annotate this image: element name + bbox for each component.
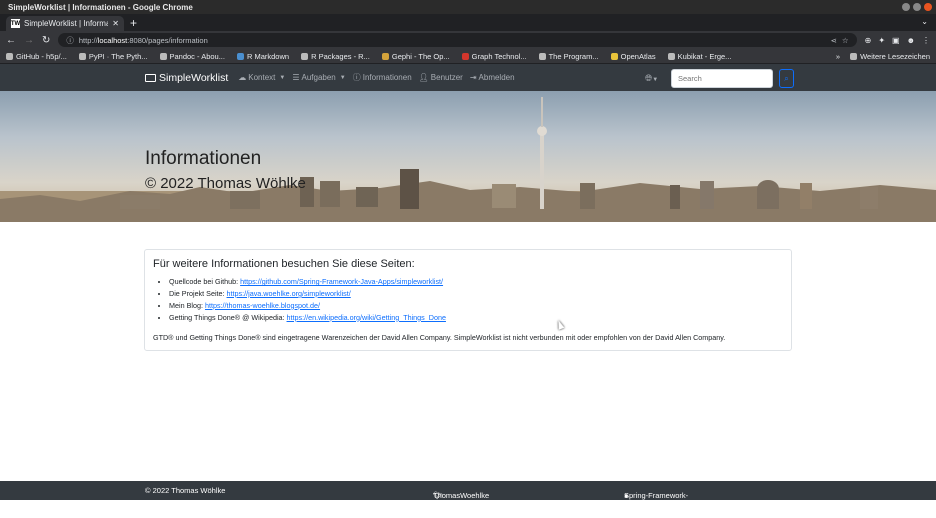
browser-tab[interactable]: TW SimpleWorklist | Informat ✕ [6,16,124,31]
card-heading: Für weitere Informationen besuchen Sie d… [153,258,415,270]
program-icon [538,52,546,60]
bookmark-star-icon[interactable]: ☆ [842,36,849,45]
cloud-icon: ☁ [238,73,247,82]
footer-copyright: © 2022 Thomas Wöhlke [145,486,226,495]
bookmark-2[interactable]: Pandoc - Abou... [159,52,225,61]
forward-icon[interactable]: → [24,35,34,46]
bookmark-9[interactable]: Kubikat - Erge... [667,52,731,61]
sidepanel-icon[interactable]: ▣ [892,36,900,45]
bookmark-8[interactable]: OpenAtlas [610,52,656,61]
bookmark-4[interactable]: R Packages - R... [301,52,370,61]
caret-down-icon: ▼ [339,74,346,81]
logout-icon: ⇥ [469,73,477,82]
project-page-link[interactable]: https://java.woehlke.org/simpleworklist/ [227,289,351,298]
hero-banner: Informationen © 2022 Thomas Wöhlke [0,91,936,222]
browser-toolbar: ← → ↻ ⓘ http://localhost:8080/pages/info… [0,31,936,49]
tab-search-chevron-icon[interactable]: ⌄ [921,17,928,26]
openatlas-icon [610,52,618,60]
bookmark-3[interactable]: R Markdown [236,52,289,61]
blog-link[interactable]: https://thomas-woehlke.blogspot.de/ [205,301,320,310]
rmarkdown-icon [236,52,244,60]
user-icon: 👤︎ [418,73,429,82]
nav-benutzer[interactable]: 👤︎ Benutzer [419,73,463,82]
graph-icon [461,52,469,60]
new-tab-button[interactable]: + [130,16,137,30]
pandoc-icon [159,52,167,60]
language-dropdown[interactable]: 🌐︎▼ [645,73,665,84]
tab-favicon: TW [10,19,21,28]
page-footer: © 2022 Thomas Wöhlke 🐦︎ ThomasWoehlke ● … [0,481,936,518]
github-icon [6,52,13,60]
bookmarks-folder[interactable]: Weitere Lesezeichen [850,52,930,61]
rpackages-icon [301,52,309,60]
tab-title: SimpleWorklist | Informat [24,19,109,28]
bookmark-7[interactable]: The Program... [538,52,599,61]
tasks-icon: ☰ [292,73,300,82]
list-icon [145,73,156,82]
close-window-button[interactable] [924,3,932,11]
window-controls [902,3,932,11]
search-input[interactable] [671,69,773,88]
caret-down-icon: ▼ [652,77,659,83]
nav-kontext-dropdown[interactable]: ☁ Kontext ▼ [238,73,285,82]
search-icon: ⌕ [784,73,789,83]
extension-icon[interactable]: ⊕ [865,36,872,45]
list-item: Getting Things Done® @ Wikipedia: https:… [169,312,783,324]
github-source-link[interactable]: https://github.com/Spring-Framework-Java… [240,277,443,286]
info-icon: ⓘ [352,73,361,82]
tab-strip: TW SimpleWorklist | Informat ✕ + ⌄ [0,14,936,31]
caret-down-icon: ▼ [279,74,286,81]
pypi-icon [78,52,86,60]
bookmark-1[interactable]: PyPI · The Pyth... [78,52,148,61]
nav-abmelden[interactable]: ⇥ Abmelden [470,73,515,82]
address-bar[interactable]: ⓘ http://localhost:8080/pages/informatio… [58,33,857,47]
menu-kebab-icon[interactable]: ⋮ [922,36,930,45]
brand-link[interactable]: SimpleWorklist [145,72,228,84]
list-item: Mein Blog: https://thomas-woehlke.blogsp… [169,300,783,312]
nav-aufgaben-dropdown[interactable]: ☰ Aufgaben ▼ [292,73,345,82]
window-title: SimpleWorklist | Informationen - Google … [8,2,193,12]
link-list: Quellcode bei Github: https://github.com… [153,276,783,324]
address-url: http://localhost:8080/pages/information [78,35,208,45]
list-item: Quellcode bei Github: https://github.com… [169,276,783,288]
info-card: Für weitere Informationen besuchen Sie d… [144,249,792,351]
folder-icon [850,52,858,60]
reload-icon[interactable]: ↻ [42,35,50,46]
gephi-icon [381,52,389,60]
profile-icon[interactable]: ☻ [907,36,915,45]
window-titlebar: SimpleWorklist | Informationen - Google … [0,0,936,14]
tab-close-icon[interactable]: ✕ [112,19,119,28]
bookmark-5[interactable]: Gephi - The Op... [381,52,450,61]
puzzle-icon[interactable]: ✦ [878,36,885,45]
bookmark-6[interactable]: Graph Technol... [461,52,527,61]
berlin-skyline-image [0,97,936,222]
trademark-note: GTD® und Getting Things Done® sind einge… [153,332,726,342]
page-subtitle: © 2022 Thomas Wöhlke [145,175,306,192]
kubikat-icon [667,52,675,60]
wikipedia-link[interactable]: https://en.wikipedia.org/wiki/Getting_Th… [287,313,446,322]
bookmarks-bar: GitHub - h5p/... PyPI · The Pyth... Pand… [0,49,936,64]
nav-informationen[interactable]: ⓘ Informationen [353,72,412,83]
share-icon[interactable]: ⋖ [831,36,837,45]
page-title: Informationen [145,148,262,169]
search-button[interactable]: ⌕ [779,69,794,88]
back-icon[interactable]: ← [6,35,16,46]
maximize-button[interactable] [913,3,921,11]
bookmarks-more-icon[interactable]: » [836,52,840,61]
app-navbar: SimpleWorklist ☁ Kontext ▼ ☰ Aufgaben ▼ ⓘ Inf… [0,64,936,91]
list-item: Die Projekt Seite: https://java.woehlke.… [169,288,783,300]
bookmark-0[interactable]: GitHub - h5p/... [6,52,67,61]
site-info-icon[interactable]: ⓘ [66,35,74,46]
minimize-button[interactable] [902,3,910,11]
